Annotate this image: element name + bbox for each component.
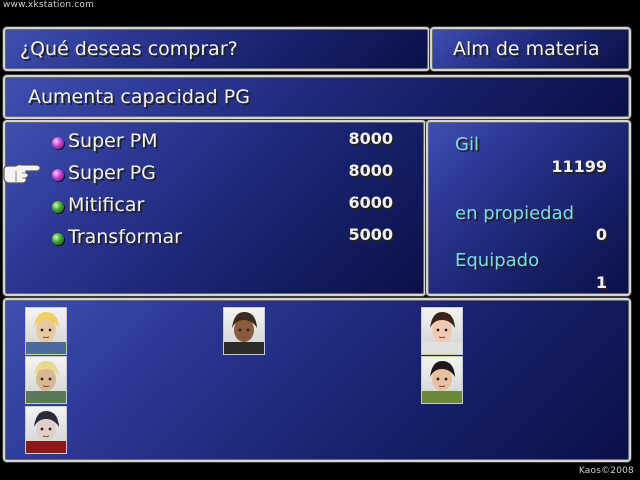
shop-screen: www.xkstation.com ¿Qué deseas comprar? A… [0, 0, 640, 480]
yuffie-portrait [421, 356, 463, 404]
equipped-label: Equipado [455, 250, 540, 271]
materia-orb-icon [52, 233, 64, 245]
watermark-bottom: Kaos©2008 [578, 466, 634, 476]
materia-orb-icon [52, 201, 64, 213]
equipped-value: 1 [595, 273, 607, 292]
purchase-prompt: ¿Qué deseas comprar? [20, 38, 238, 60]
item-description: Aumenta capacidad PG [28, 86, 250, 108]
item-price: 5000 [348, 225, 393, 244]
shop-name-panel: Alm de materia [430, 27, 631, 71]
tifa-portrait [421, 307, 463, 355]
status-panel: Gil 11199 en propiedad 0 Equipado 1 [426, 120, 631, 296]
cid-portrait [25, 356, 67, 404]
gil-value: 11199 [551, 157, 607, 176]
item-price: 6000 [348, 193, 393, 212]
barret-portrait [223, 307, 265, 355]
item-list-panel: Super PM 8000 Super PG 8000 Mitificar 6000 Tra… [3, 120, 426, 296]
item-price: 8000 [348, 129, 393, 148]
cloud-portrait [25, 307, 67, 355]
description-panel: Aumenta capacidad PG [3, 75, 631, 119]
pointing-hand-icon [3, 164, 41, 184]
item-name[interactable]: Transformar [68, 228, 182, 247]
item-name[interactable]: Super PM [68, 132, 158, 151]
owned-value: 0 [595, 225, 607, 244]
vincent-portrait [25, 406, 67, 454]
item-name[interactable]: Super PG [68, 164, 156, 183]
item-price: 8000 [348, 161, 393, 180]
party-panel [3, 298, 631, 462]
materia-orb-icon [52, 137, 64, 149]
watermark-top: www.xkstation.com [3, 0, 95, 10]
materia-orb-icon [52, 169, 64, 181]
prompt-panel: ¿Qué deseas comprar? [3, 27, 430, 71]
shop-name: Alm de materia [453, 38, 600, 60]
item-name[interactable]: Mitificar [68, 196, 144, 215]
owned-label: en propiedad [455, 203, 575, 224]
gil-label: Gil [455, 134, 479, 155]
